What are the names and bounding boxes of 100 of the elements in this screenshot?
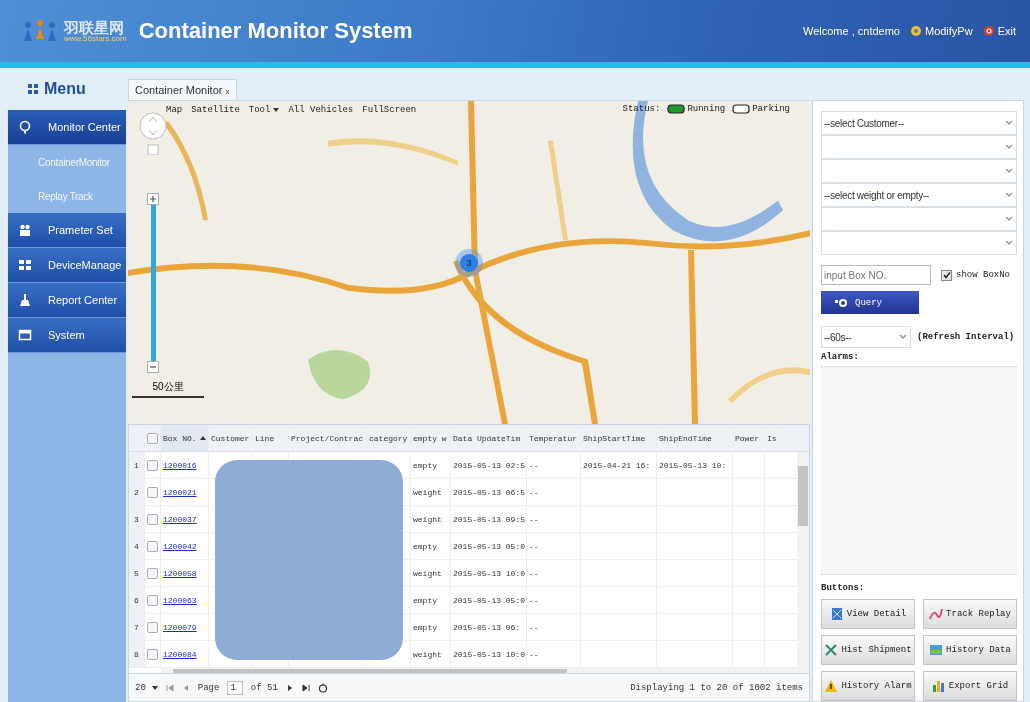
alarms-label: Alarms: <box>821 352 860 363</box>
dropdown-field[interactable] <box>821 135 1017 159</box>
next-page-icon[interactable] <box>285 683 294 692</box>
column-header[interactable]: Data UpdateTim <box>451 425 527 451</box>
column-header[interactable]: ShipStartTime <box>581 425 657 451</box>
map-toolbar-item[interactable]: Tool <box>248 105 280 115</box>
row-checkbox[interactable] <box>147 648 158 660</box>
page-number-field[interactable]: 1 <box>227 680 243 695</box>
header-link[interactable]: Exit <box>982 25 1016 37</box>
pan-control[interactable] <box>138 111 168 155</box>
zoom-in-icon[interactable] <box>147 193 159 205</box>
column-header[interactable]: category <box>367 425 411 451</box>
row-number: 1 <box>129 452 145 478</box>
box-number-link[interactable]: 1200037 <box>163 514 197 524</box>
table-cell: -- <box>529 514 539 524</box>
status-legend-label: Parking <box>752 104 790 114</box>
action-button[interactable]: History Data <box>923 635 1017 665</box>
table-cell: empty <box>413 460 437 470</box>
row-checkbox[interactable] <box>147 567 158 579</box>
table-cell: 2015-04-21 16: <box>583 460 651 470</box>
table-cell: 2015-05-13 02:5 <box>453 460 525 470</box>
box-number-link[interactable]: 1200084 <box>163 649 197 659</box>
table-cell: -- <box>529 460 539 470</box>
page-summary: Displaying 1 to 20 of 1002 items <box>630 682 803 693</box>
dropdown-field[interactable] <box>821 159 1017 183</box>
table-cell: -- <box>529 622 539 632</box>
dropdown-field[interactable]: --select Customer-- <box>821 111 1017 135</box>
column-header[interactable]: Customer <box>209 425 253 451</box>
dropdown-field[interactable] <box>821 231 1017 255</box>
car-icon <box>731 104 752 114</box>
close-icon[interactable]: x <box>225 87 230 96</box>
sidebar-item[interactable]: Monitor Center <box>8 110 126 145</box>
logo-name: 羽联星网 <box>64 19 125 35</box>
zoom-out-icon[interactable] <box>147 361 159 373</box>
box-number-field[interactable]: input Box NO. <box>821 265 931 285</box>
vertical-scrollbar[interactable] <box>797 452 809 673</box>
sidebar-item[interactable]: Prameter Set <box>8 213 126 248</box>
refresh-icon[interactable] <box>317 682 328 693</box>
column-header[interactable]: Line <box>253 425 289 451</box>
map-toolbar-item[interactable]: All Vehicles <box>288 105 354 115</box>
action-button[interactable]: Export Grid <box>923 671 1017 701</box>
column-header[interactable]: Project/Contrac <box>289 425 367 451</box>
sidebar-item[interactable]: System <box>8 318 126 353</box>
column-header[interactable]: Is <box>765 425 779 451</box>
table-cell: 2015-05-13 05:0 <box>453 595 525 605</box>
action-button[interactable]: View Detail <box>821 599 915 629</box>
menu-title: Menu <box>44 80 86 98</box>
row-number: 6 <box>129 587 145 613</box>
map-toolbar-item[interactable]: Satellite <box>191 105 240 115</box>
table-cell: -- <box>529 568 539 578</box>
action-button[interactable]: Hist Shipment <box>821 635 915 665</box>
column-header[interactable]: Box NO. <box>161 425 209 451</box>
row-checkbox[interactable] <box>147 486 158 498</box>
chevron-icon <box>1005 120 1013 126</box>
column-header[interactable]: Temperatur <box>527 425 581 451</box>
refresh-interval-dropdown[interactable]: --60s-- <box>821 326 911 349</box>
dropdown-field[interactable] <box>821 207 1017 231</box>
power-icon <box>982 25 995 37</box>
image-icon <box>929 643 944 657</box>
row-checkbox[interactable] <box>147 513 158 525</box>
car-icon <box>666 104 687 114</box>
dropdown-field[interactable]: --select weight or empty-- <box>821 183 1017 207</box>
box-number-link[interactable]: 1200016 <box>163 460 197 470</box>
box-number-link[interactable]: 1200058 <box>163 568 197 578</box>
people-icon <box>18 223 32 237</box>
zoom-slider[interactable] <box>147 193 159 373</box>
query-button[interactable]: Query <box>821 291 919 315</box>
box-number-link[interactable]: 1200063 <box>163 595 197 605</box>
tab[interactable]: Container Monitor x <box>128 79 237 100</box>
box-number-link[interactable]: 1200079 <box>163 622 197 632</box>
table-cell: empty <box>413 541 437 551</box>
row-checkbox[interactable] <box>147 621 158 633</box>
last-page-icon[interactable] <box>301 683 310 692</box>
gear-icon <box>909 25 922 37</box>
header-link[interactable]: ModifyPw <box>909 25 973 37</box>
column-header[interactable]: empty w <box>411 425 451 451</box>
table-cell: 2015-05-13 05:0 <box>453 541 525 551</box>
column-header[interactable]: Power <box>733 425 765 451</box>
action-button[interactable]: History Alarm <box>821 671 915 701</box>
map-toolbar-item[interactable]: FullScreen <box>362 105 417 115</box>
box-number-link[interactable]: 1200021 <box>163 487 197 497</box>
box-number-link[interactable]: 1200042 <box>163 541 197 551</box>
select-all-checkbox[interactable] <box>147 432 158 444</box>
action-button[interactable]: Track Replay <box>923 599 1017 629</box>
map-toolbar-item[interactable]: Map <box>166 105 183 115</box>
binoculars-icon <box>835 297 849 308</box>
row-checkbox[interactable] <box>147 594 158 606</box>
chevron-icon <box>899 334 907 341</box>
checkbox[interactable] <box>941 269 952 281</box>
first-page-icon[interactable] <box>165 683 174 692</box>
chevron-icon <box>1005 240 1013 246</box>
row-checkbox[interactable] <box>147 459 158 471</box>
sidebar-item[interactable]: Report Center <box>8 283 126 318</box>
table-cell: 2015-05-13 06: <box>453 622 521 632</box>
warning-icon <box>824 679 839 693</box>
page-size-select[interactable]: 20 <box>135 682 158 693</box>
row-checkbox[interactable] <box>147 540 158 552</box>
row-number: 3 <box>129 506 145 532</box>
column-header[interactable]: ShipEndTime <box>657 425 733 451</box>
sidebar-item[interactable]: DeviceManage <box>8 248 126 283</box>
